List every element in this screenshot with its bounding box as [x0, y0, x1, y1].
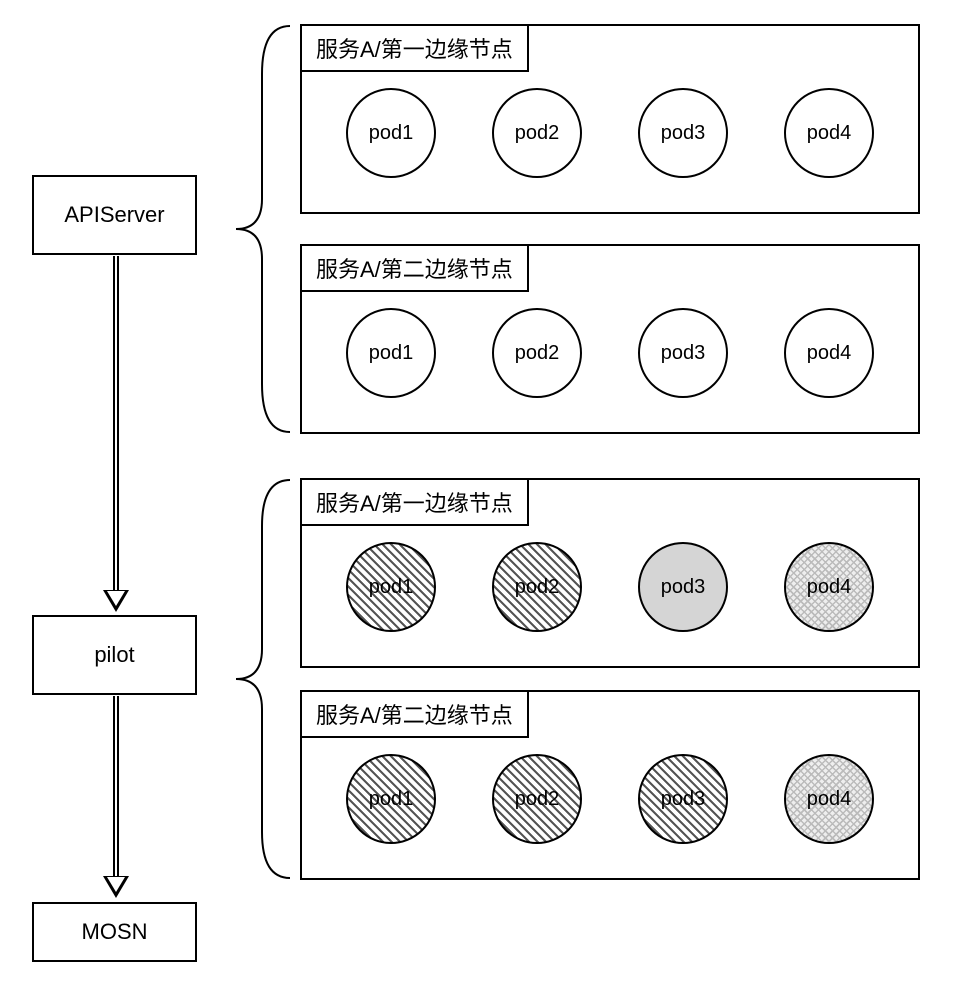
pod: pod2 [492, 542, 582, 632]
pod-label: pod2 [515, 788, 560, 811]
arrow-pilot-mosn [104, 696, 128, 880]
pod: pod4 [784, 308, 874, 398]
pod-label: pod1 [369, 342, 414, 365]
pod: pod2 [492, 88, 582, 178]
pod: pod3 [638, 308, 728, 398]
pod: pod4 [784, 754, 874, 844]
pod: pod3 [638, 88, 728, 178]
pod-label: pod2 [515, 342, 560, 365]
pod-label: pod4 [807, 122, 852, 145]
group-4: 服务A/第二边缘节点 pod1 pod2 pod3 pod4 [300, 690, 920, 880]
group-4-title: 服务A/第二边缘节点 [300, 690, 529, 738]
group-1-pods: pod1 pod2 pod3 pod4 [302, 88, 918, 178]
apiserver-label: APIServer [64, 202, 164, 228]
group-2: 服务A/第二边缘节点 pod1 pod2 pod3 pod4 [300, 244, 920, 434]
pod: pod4 [784, 88, 874, 178]
pilot-label: pilot [94, 642, 134, 668]
mosn-label: MOSN [82, 919, 148, 945]
pod-label: pod4 [807, 576, 852, 599]
mosn-box: MOSN [32, 902, 197, 962]
pod: pod4 [784, 542, 874, 632]
pod: pod2 [492, 308, 582, 398]
pod-label: pod3 [661, 342, 706, 365]
pod: pod3 [638, 754, 728, 844]
group-3: 服务A/第一边缘节点 pod1 pod2 pod3 pod4 [300, 478, 920, 668]
group-3-title: 服务A/第一边缘节点 [300, 478, 529, 526]
pod-label: pod4 [807, 342, 852, 365]
group-4-pods: pod1 pod2 pod3 pod4 [302, 754, 918, 844]
pod-label: pod3 [661, 576, 706, 599]
group-2-title: 服务A/第二边缘节点 [300, 244, 529, 292]
pilot-box: pilot [32, 615, 197, 695]
pod: pod1 [346, 308, 436, 398]
brace-apiserver [232, 24, 292, 434]
group-1-title: 服务A/第一边缘节点 [300, 24, 529, 72]
pod: pod1 [346, 542, 436, 632]
pod-label: pod3 [661, 122, 706, 145]
group-2-pods: pod1 pod2 pod3 pod4 [302, 308, 918, 398]
group-1: 服务A/第一边缘节点 pod1 pod2 pod3 pod4 [300, 24, 920, 214]
arrow-apiserver-pilot [104, 256, 128, 594]
pod: pod2 [492, 754, 582, 844]
pod-label: pod1 [369, 122, 414, 145]
pod: pod3 [638, 542, 728, 632]
pod-label: pod1 [369, 576, 414, 599]
pod-label: pod2 [515, 576, 560, 599]
pod-label: pod1 [369, 788, 414, 811]
apiserver-box: APIServer [32, 175, 197, 255]
brace-pilot [232, 478, 292, 880]
pod: pod1 [346, 754, 436, 844]
pod: pod1 [346, 88, 436, 178]
pod-label: pod3 [661, 788, 706, 811]
pod-label: pod4 [807, 788, 852, 811]
group-3-pods: pod1 pod2 pod3 pod4 [302, 542, 918, 632]
pod-label: pod2 [515, 122, 560, 145]
